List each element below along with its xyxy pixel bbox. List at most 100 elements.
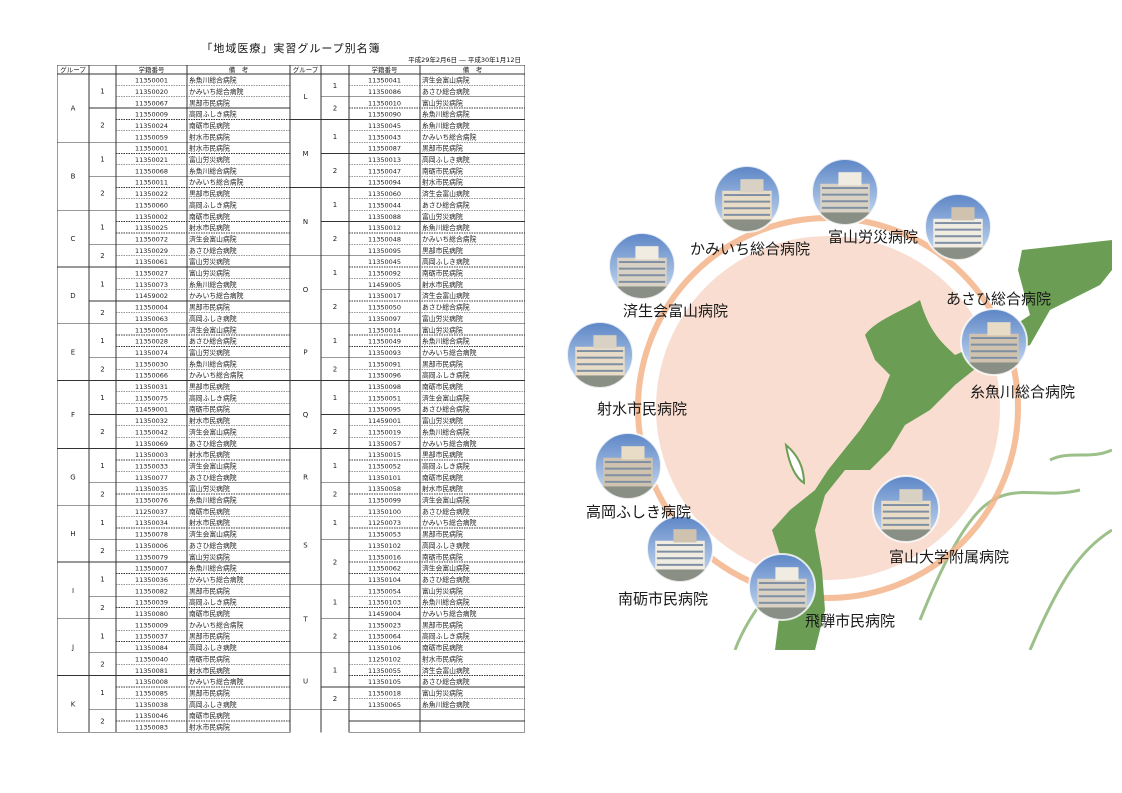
group-label: S — [303, 542, 308, 550]
student-id-cell: 11350042 — [135, 428, 168, 436]
note-cell: かみいち総合病院 — [189, 677, 244, 686]
subgroup-label: 1 — [100, 88, 104, 96]
note-cell: あさひ総合病院 — [422, 575, 470, 584]
student-id-cell: 11350021 — [135, 156, 168, 164]
note-cell: 射水市民病院 — [189, 518, 230, 527]
student-id-cell: 11350069 — [135, 440, 168, 448]
student-id-cell: 11350013 — [368, 156, 401, 164]
note-cell: あさひ総合病院 — [189, 439, 237, 448]
subgroup-label: 1 — [100, 576, 104, 584]
student-id-cell: 11459005 — [368, 281, 401, 289]
student-id-cell: 11459002 — [135, 292, 168, 300]
student-id-cell: 11250073 — [368, 519, 401, 527]
note-cell: 済生会富山病院 — [422, 564, 470, 573]
note-cell: 済生会富山病院 — [189, 427, 237, 436]
subgroup-label: 2 — [333, 105, 337, 113]
student-id-cell: 11350059 — [135, 133, 168, 141]
student-id-cell: 11350065 — [368, 701, 401, 709]
student-id-cell: 11350095 — [368, 406, 401, 414]
student-id-cell: 11350040 — [135, 655, 168, 663]
note-cell: 高岡ふしき病院 — [422, 155, 470, 164]
student-id-cell: 11350043 — [368, 133, 401, 141]
subgroup-label: 2 — [100, 252, 104, 260]
note-cell: 済生会富山病院 — [189, 325, 237, 334]
subgroup-label: 1 — [100, 519, 104, 527]
subgroup-label: 2 — [333, 167, 337, 175]
note-cell: 済生会富山病院 — [422, 189, 470, 198]
note-cell: 黒部市民病院 — [189, 382, 230, 391]
student-id-cell: 11350095 — [368, 247, 401, 255]
note-cell: 糸魚川総合病院 — [422, 223, 470, 232]
note-cell: 富山労災病院 — [422, 416, 463, 425]
note-cell: あさひ総合病院 — [422, 303, 470, 312]
group-label: I — [72, 587, 74, 595]
subgroup-label: 2 — [333, 632, 337, 640]
note-cell: 南砺市民病院 — [422, 166, 463, 175]
note-cell: 高岡ふしき病院 — [189, 393, 237, 402]
group-label: K — [71, 700, 76, 708]
note-cell: あさひ総合病院 — [422, 677, 470, 686]
hospital-photo — [608, 232, 676, 300]
student-id-cell: 11350074 — [135, 349, 168, 357]
student-id-cell: 11350023 — [368, 621, 401, 629]
student-id-cell: 11350081 — [135, 667, 168, 675]
student-id-cell: 11350002 — [135, 213, 168, 221]
student-id-cell: 11350035 — [135, 485, 168, 493]
note-cell: 富山労災病院 — [189, 155, 230, 164]
roster-period: 平成29年2月6日 ― 平成30年1月12日 — [408, 56, 521, 64]
student-id-cell: 11459001 — [368, 417, 401, 425]
group-label: G — [70, 473, 75, 481]
student-id-cell: 11350047 — [368, 167, 401, 175]
student-id-cell: 11350031 — [135, 383, 168, 391]
hospital-label: 糸魚川総合病院 — [970, 383, 1076, 401]
student-id-cell: 11350032 — [135, 417, 168, 425]
subgroup-label: 2 — [100, 490, 104, 498]
subgroup-label: 1 — [333, 394, 337, 402]
note-cell: 糸魚川総合病院 — [422, 121, 470, 130]
note-cell: 黒部市民病院 — [422, 359, 463, 368]
subgroup-label: 2 — [333, 559, 337, 567]
student-id-cell: 11350049 — [368, 338, 401, 346]
region-circle — [656, 236, 1000, 580]
note-cell: かみいち総合病院 — [422, 518, 477, 527]
student-id-cell: 11350082 — [135, 587, 168, 595]
student-id-cell: 11350037 — [135, 633, 168, 641]
note-cell: 高岡ふしき病院 — [422, 632, 470, 641]
note-cell: 黒部市民病院 — [422, 620, 463, 629]
student-id-cell: 11350034 — [135, 519, 168, 527]
group-label: P — [303, 349, 307, 357]
note-cell: 南砺市民病院 — [189, 507, 230, 516]
student-id-cell: 11350009 — [135, 621, 168, 629]
student-id-cell: 11350097 — [368, 315, 401, 323]
subgroup-label: 1 — [100, 462, 104, 470]
group-label: F — [71, 411, 75, 419]
student-id-cell: 11350073 — [135, 281, 168, 289]
student-id-cell: 11350044 — [368, 201, 401, 209]
subgroup-label: 2 — [333, 303, 337, 311]
note-cell: 富山労災病院 — [422, 325, 463, 334]
note-cell: かみいち総合病院 — [189, 371, 244, 380]
note-cell: 射水市民病院 — [189, 416, 230, 425]
student-id-cell: 11350003 — [135, 451, 168, 459]
student-id-cell: 11350006 — [135, 542, 168, 550]
group-label: D — [70, 292, 75, 300]
student-id-cell: 11350105 — [368, 678, 401, 686]
hospital-label: 済生会富山病院 — [623, 302, 729, 320]
group-label: R — [303, 473, 308, 481]
student-id-cell: 11350072 — [135, 235, 168, 243]
student-id-cell: 11350041 — [368, 77, 401, 85]
hospital-label: かみいち総合病院 — [690, 240, 811, 258]
note-cell: 射水市民病院 — [189, 144, 230, 153]
group-label: N — [303, 218, 308, 226]
note-cell: 糸魚川総合病院 — [189, 564, 237, 573]
note-cell: 富山労災病院 — [422, 586, 463, 595]
student-id-cell: 11350093 — [368, 349, 401, 357]
student-id-cell: 11350004 — [135, 304, 168, 312]
subgroup-label: 1 — [100, 632, 104, 640]
header-student-id: 学籍番号 — [372, 65, 399, 74]
student-id-cell: 11350053 — [368, 531, 401, 539]
note-cell: 黒部市民病院 — [189, 586, 230, 595]
note-cell: 射水市民病院 — [189, 666, 230, 675]
student-id-cell: 11350094 — [368, 179, 401, 187]
student-id-cell: 11350005 — [135, 326, 168, 334]
